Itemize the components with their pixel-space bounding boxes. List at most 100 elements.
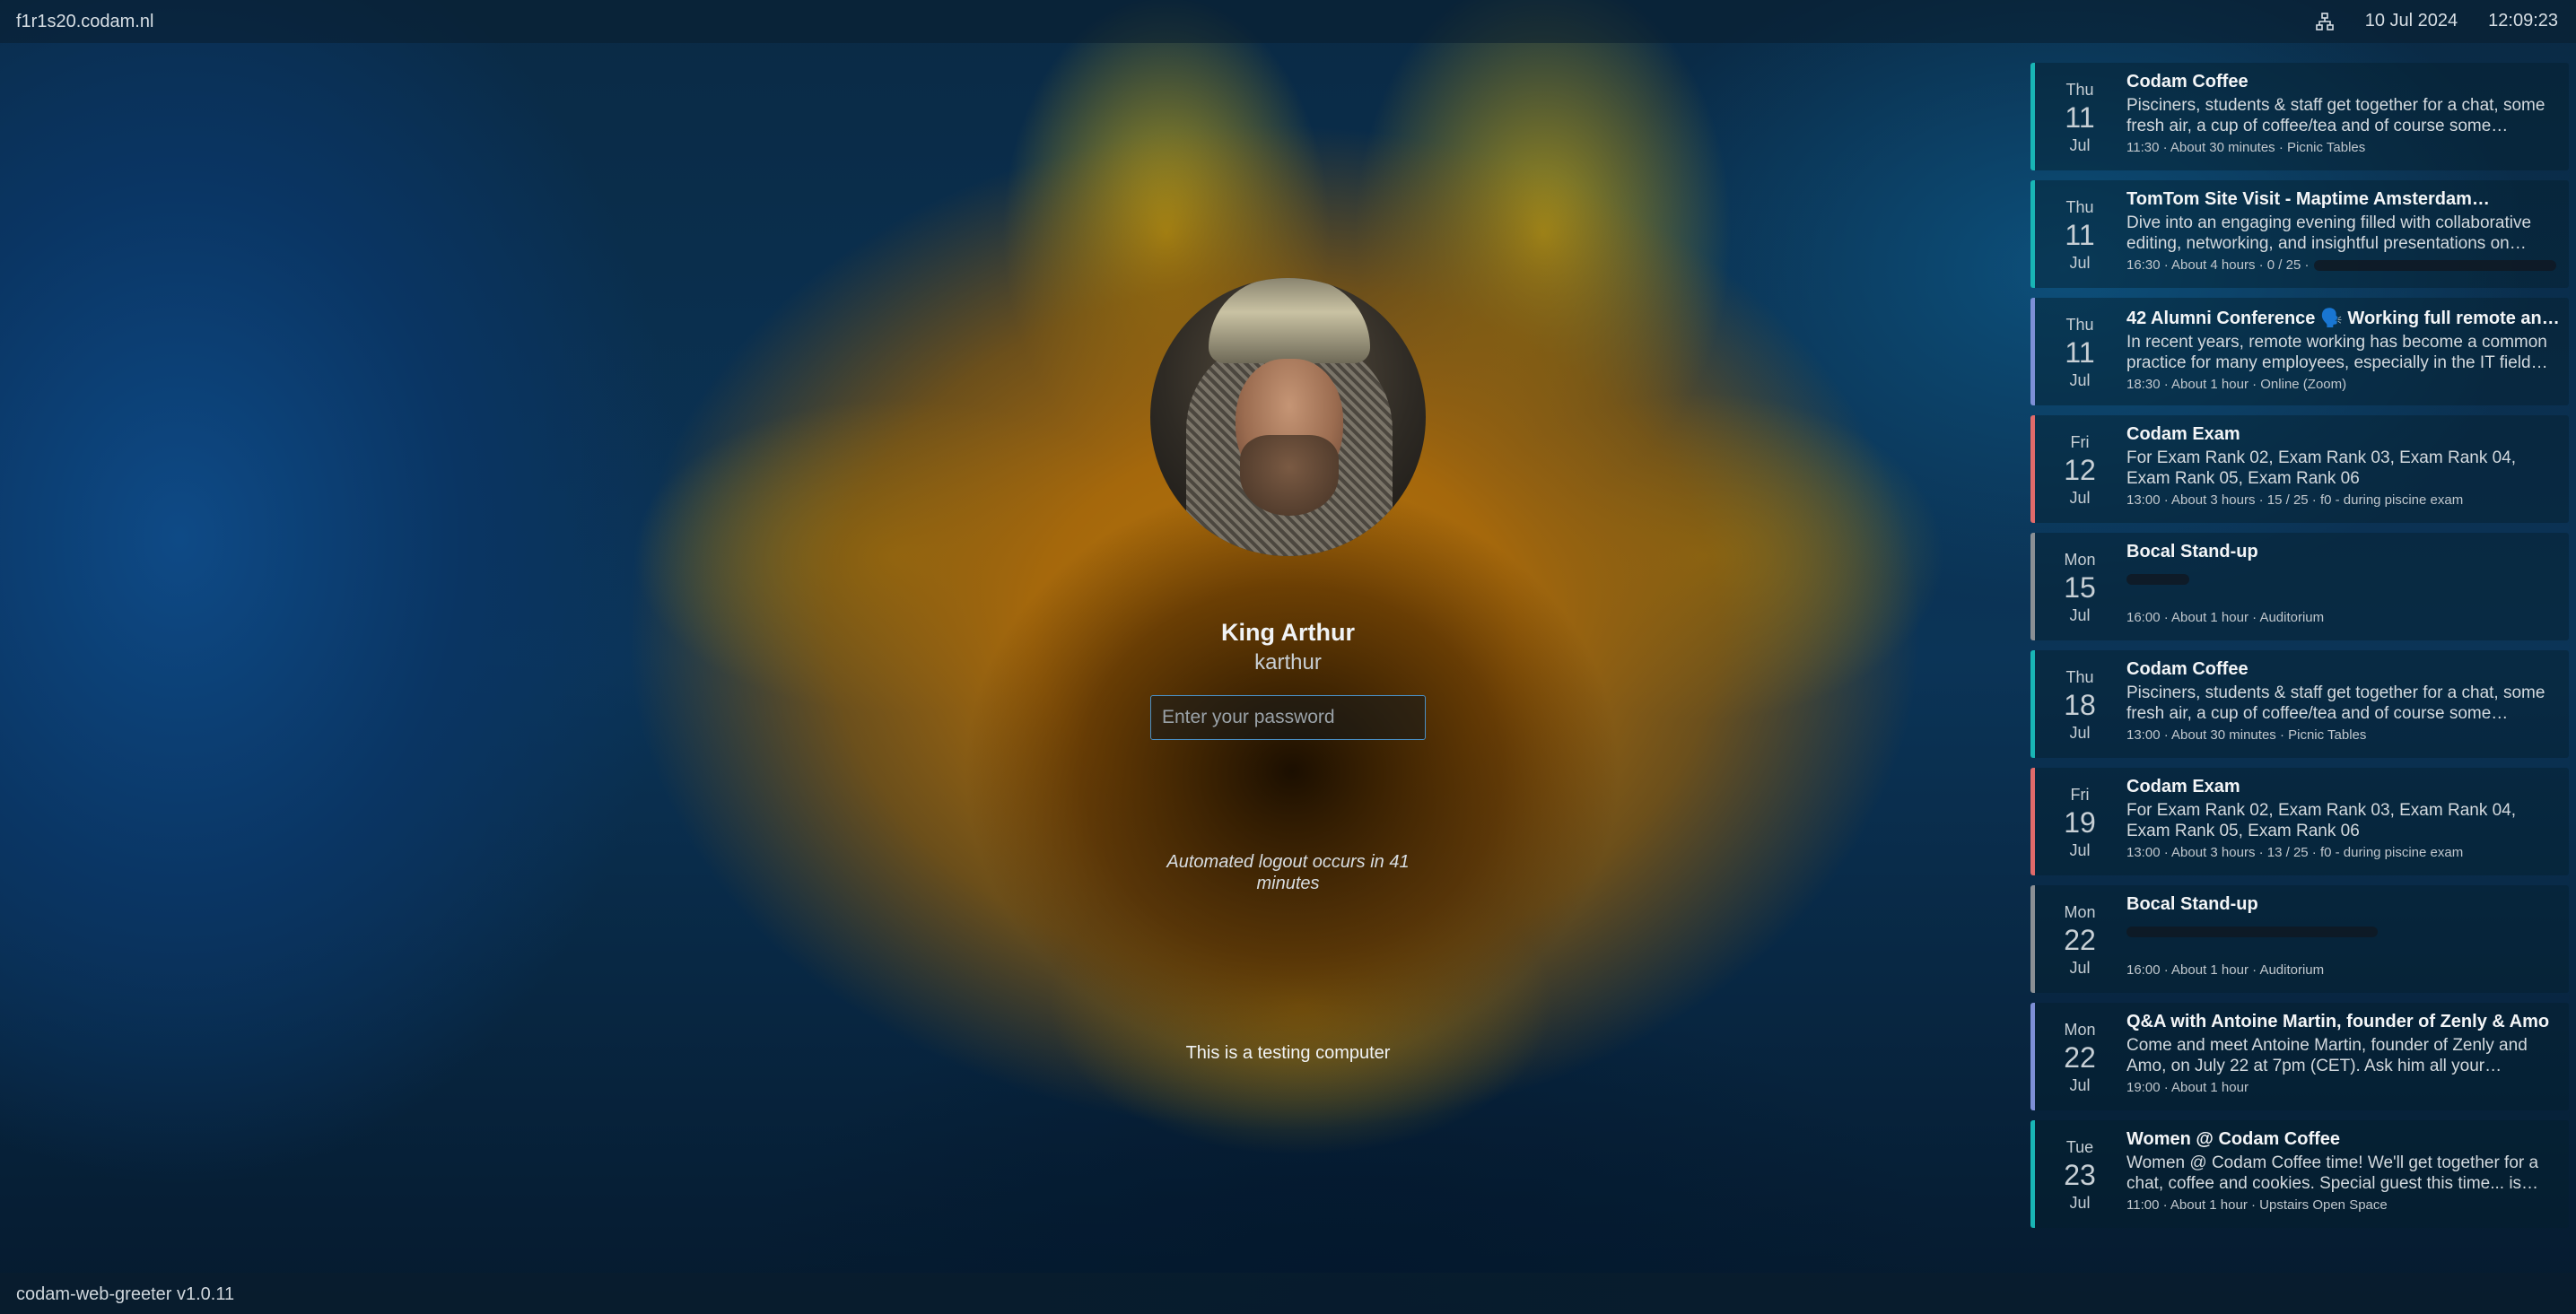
event-meta: 11:30 · About 30 minutes · Picnic Tables bbox=[2126, 140, 2366, 155]
event-title: Codam Coffee bbox=[2126, 72, 2249, 91]
event-body: Codam Exam For Exam Rank 02, Exam Rank 03… bbox=[2126, 777, 2560, 860]
event-card[interactable]: Mon 15 Jul Bocal Stand-up 16:00 · About 1 ho… bbox=[2030, 533, 2569, 640]
event-meta: 16:00 · About 1 hour · Auditorium bbox=[2126, 610, 2325, 625]
event-month: Jul bbox=[2069, 606, 2091, 624]
event-weekday: Thu bbox=[2065, 316, 2094, 334]
event-description: Come and meet Antoine Martin, founder of… bbox=[2126, 1036, 2528, 1075]
event-meta: 16:30 · About 4 hours · 0 / 25 · bbox=[2126, 257, 2560, 273]
event-body: Bocal Stand-up 16:00 · About 1 hour · Aud… bbox=[2126, 542, 2560, 625]
event-month: Jul bbox=[2069, 136, 2091, 154]
event-date: Thu 11 Jul bbox=[2035, 298, 2125, 405]
password-input[interactable] bbox=[1150, 695, 1426, 740]
event-title: TomTom Site Visit - Maptime Amsterdam… bbox=[2126, 189, 2490, 209]
event-card[interactable]: Mon 22 Jul Bocal Stand-up 16:00 · About 1 ho… bbox=[2030, 885, 2569, 993]
event-weekday: Tue bbox=[2065, 1138, 2094, 1156]
logout-notice: Automated logout occurs in 41 minutes bbox=[1166, 852, 1410, 893]
top-bar-right: 10 Jul 2024 12:09:23 bbox=[2284, 11, 2558, 31]
event-date: Mon 22 Jul bbox=[2035, 885, 2125, 993]
bottom-bar: codam-web-greeter v1.0.11 bbox=[0, 1273, 2576, 1314]
event-meta: 13:00 · About 3 hours · 15 / 25 · f0 - d… bbox=[2126, 492, 2464, 508]
event-day: 11 bbox=[2065, 219, 2095, 251]
event-card[interactable]: Fri 19 Jul Codam Exam For Exam Rank 02, Exam… bbox=[2030, 768, 2569, 875]
event-meta: 16:00 · About 1 hour · Auditorium bbox=[2126, 962, 2325, 978]
event-body: 42 Alumni Conference 🗣️ Working full rem… bbox=[2126, 307, 2560, 392]
event-month: Jul bbox=[2069, 254, 2091, 272]
testing-notice: This is a testing computer bbox=[1185, 1043, 1391, 1063]
network-icon[interactable] bbox=[2315, 12, 2335, 31]
event-title: 42 Alumni Conference 🗣️ Working full rem… bbox=[2126, 309, 2560, 328]
event-meta: 19:00 · About 1 hour bbox=[2126, 1080, 2249, 1095]
event-card[interactable]: Tue 23 Jul Women @ Codam Coffee Women @ Coda… bbox=[2030, 1120, 2569, 1228]
event-description: Women @ Codam Coffee time! We'll get tog… bbox=[2126, 1153, 2539, 1193]
event-month: Jul bbox=[2069, 1194, 2091, 1212]
event-month: Jul bbox=[2069, 959, 2091, 977]
redacted-text bbox=[2126, 926, 2378, 937]
events-list: Thu 11 Jul Codam Coffee Pisciners, students … bbox=[2030, 63, 2569, 1238]
event-card[interactable]: Thu 11 Jul TomTom Site Visit - Maptime Amst… bbox=[2030, 180, 2569, 288]
event-title: Codam Exam bbox=[2126, 777, 2240, 796]
event-description bbox=[2126, 918, 2560, 959]
event-weekday: Fri bbox=[2070, 786, 2090, 804]
event-description: Pisciners, students & staff get together… bbox=[2126, 683, 2545, 723]
username: karthur bbox=[1254, 650, 1322, 674]
event-month: Jul bbox=[2069, 841, 2091, 859]
event-description: For Exam Rank 02, Exam Rank 03, Exam Ran… bbox=[2126, 448, 2517, 488]
event-title: Codam Coffee bbox=[2126, 659, 2249, 679]
event-description: Pisciners, students & staff get together… bbox=[2126, 96, 2545, 135]
event-weekday: Mon bbox=[2064, 903, 2096, 921]
event-meta: 11:00 · About 1 hour · Upstairs Open Spa… bbox=[2126, 1197, 2388, 1213]
event-body: Codam Exam For Exam Rank 02, Exam Rank 03… bbox=[2126, 424, 2560, 508]
event-month: Jul bbox=[2069, 1076, 2091, 1094]
event-card[interactable]: Mon 22 Jul Q&A with Antoine Martin, founder… bbox=[2030, 1003, 2569, 1110]
event-body: Bocal Stand-up 16:00 · About 1 hour · Aud… bbox=[2126, 894, 2560, 978]
top-bar: f1r1s20.codam.nl 10 Jul 2024 12:09:23 bbox=[0, 0, 2576, 43]
event-weekday: Mon bbox=[2064, 1021, 2096, 1039]
hostname: f1r1s20.codam.nl bbox=[16, 12, 154, 31]
event-day: 23 bbox=[2064, 1159, 2096, 1191]
event-date: Fri 19 Jul bbox=[2035, 768, 2125, 875]
event-body: Q&A with Antoine Martin, founder of Zenl… bbox=[2126, 1012, 2560, 1095]
event-weekday: Thu bbox=[2065, 81, 2094, 99]
event-day: 11 bbox=[2065, 101, 2095, 134]
event-body: Codam Coffee Pisciners, students & staff … bbox=[2126, 72, 2560, 155]
event-title: Bocal Stand-up bbox=[2126, 542, 2258, 561]
redacted-text bbox=[2314, 260, 2557, 272]
event-card[interactable]: Thu 11 Jul Codam Coffee Pisciners, students … bbox=[2030, 63, 2569, 170]
event-description: For Exam Rank 02, Exam Rank 03, Exam Ran… bbox=[2126, 801, 2517, 840]
event-body: Women @ Codam Coffee Women @ Codam Coffee… bbox=[2126, 1129, 2560, 1213]
event-day: 15 bbox=[2064, 571, 2096, 604]
event-weekday: Mon bbox=[2064, 551, 2096, 569]
event-date: Tue 23 Jul bbox=[2035, 1120, 2125, 1228]
event-meta: 13:00 · About 3 hours · 13 / 25 · f0 - d… bbox=[2126, 845, 2464, 860]
event-meta: 13:00 · About 30 minutes · Picnic Tables bbox=[2126, 727, 2367, 743]
event-date: Thu 11 Jul bbox=[2035, 180, 2125, 288]
current-date: 10 Jul 2024 bbox=[2364, 11, 2458, 30]
event-description: In recent years, remote working has beco… bbox=[2126, 333, 2548, 372]
event-month: Jul bbox=[2069, 371, 2091, 389]
login-panel: King Arthur karthur Automated logout occ… bbox=[1150, 278, 1426, 1064]
current-time: 12:09:23 bbox=[2488, 11, 2558, 30]
event-date: Thu 18 Jul bbox=[2035, 650, 2125, 758]
event-weekday: Thu bbox=[2065, 668, 2094, 686]
event-day: 22 bbox=[2064, 924, 2096, 956]
event-day: 12 bbox=[2064, 454, 2096, 486]
version-label: codam-web-greeter v1.0.11 bbox=[16, 1284, 235, 1304]
redacted-text bbox=[2126, 573, 2189, 585]
event-title: Women @ Codam Coffee bbox=[2126, 1129, 2341, 1149]
event-title: Codam Exam bbox=[2126, 424, 2240, 444]
event-meta: 18:30 · About 1 hour · Online (Zoom) bbox=[2126, 377, 2347, 392]
display-name: King Arthur bbox=[1221, 619, 1355, 646]
user-avatar bbox=[1150, 278, 1426, 556]
event-card[interactable]: Thu 11 Jul 42 Alumni Conference 🗣️ Working … bbox=[2030, 298, 2569, 405]
event-description bbox=[2126, 565, 2560, 606]
event-title: Bocal Stand-up bbox=[2126, 894, 2258, 914]
event-month: Jul bbox=[2069, 489, 2091, 507]
event-card[interactable]: Fri 12 Jul Codam Exam For Exam Rank 02, Exam… bbox=[2030, 415, 2569, 523]
event-weekday: Thu bbox=[2065, 198, 2094, 216]
event-date: Fri 12 Jul bbox=[2035, 415, 2125, 523]
event-month: Jul bbox=[2069, 724, 2091, 742]
event-date: Thu 11 Jul bbox=[2035, 63, 2125, 170]
event-card[interactable]: Thu 18 Jul Codam Coffee Pisciners, students … bbox=[2030, 650, 2569, 758]
event-date: Mon 22 Jul bbox=[2035, 1003, 2125, 1110]
event-day: 22 bbox=[2064, 1041, 2096, 1074]
